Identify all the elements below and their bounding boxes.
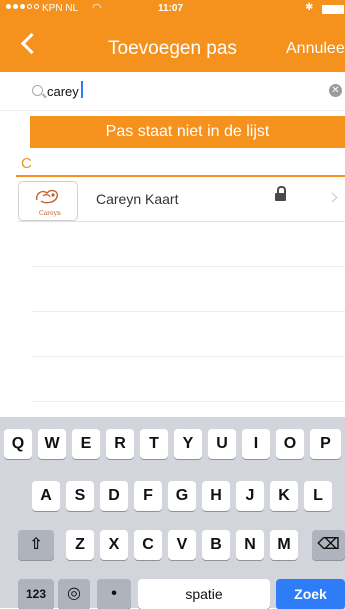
key-c[interactable]: C — [134, 530, 162, 560]
status-time: 11:07 — [158, 3, 184, 14]
carrier-name: KPN NL — [42, 3, 79, 14]
key-h[interactable]: H — [202, 481, 230, 511]
key-w[interactable]: W — [38, 429, 66, 459]
text-cursor — [81, 81, 83, 98]
microphone-key-icon[interactable]: • — [97, 579, 131, 609]
status-bar: KPN NL ◠ 11:07 ✱ — [0, 0, 345, 20]
chevron-right-icon — [327, 192, 338, 203]
careyn-logo-icon — [35, 189, 59, 204]
list-separator — [32, 401, 345, 402]
space-key[interactable]: spatie — [138, 579, 270, 609]
key-g[interactable]: G — [168, 481, 196, 511]
key-y[interactable]: Y — [174, 429, 202, 459]
key-n[interactable]: N — [236, 530, 264, 560]
header: KPN NL ◠ 11:07 ✱ Toevoegen pas Annuleer — [0, 0, 345, 72]
key-z[interactable]: Z — [66, 530, 94, 560]
card-logo: Careyn — [18, 181, 78, 221]
not-in-list-button[interactable]: Pas staat niet in de lijst — [30, 116, 345, 148]
numbers-key[interactable]: 123 — [18, 579, 54, 609]
key-e[interactable]: E — [72, 429, 100, 459]
globe-key-icon[interactable]: ◎ — [58, 579, 90, 609]
key-d[interactable]: D — [100, 481, 128, 511]
card-list-item[interactable]: Careyn Careyn Kaart — [18, 177, 345, 222]
cancel-button[interactable]: Annuleer — [286, 40, 345, 58]
on-screen-keyboard: Q W E R T Y U I O P A S D F G H J K L ⇧ … — [0, 417, 345, 609]
key-k[interactable]: K — [270, 481, 298, 511]
key-j[interactable]: J — [236, 481, 264, 511]
list-separator — [32, 266, 345, 267]
shift-key[interactable]: ⇧ — [18, 530, 54, 560]
key-m[interactable]: M — [270, 530, 298, 560]
key-q[interactable]: Q — [4, 429, 32, 459]
key-f[interactable]: F — [134, 481, 162, 511]
section-header-letter: C — [21, 155, 32, 172]
search-return-key[interactable]: Zoek — [276, 579, 345, 609]
key-o[interactable]: O — [276, 429, 304, 459]
lock-icon — [275, 186, 286, 201]
search-input[interactable] — [47, 82, 297, 100]
key-a[interactable]: A — [32, 481, 60, 511]
key-r[interactable]: R — [106, 429, 134, 459]
key-l[interactable]: L — [304, 481, 332, 511]
search-bar: ✕ — [0, 72, 345, 111]
key-i[interactable]: I — [242, 429, 270, 459]
key-u[interactable]: U — [208, 429, 236, 459]
card-name: Careyn Kaart — [96, 191, 179, 207]
battery-icon — [322, 5, 344, 14]
delete-key[interactable]: ⌫ — [312, 530, 345, 560]
key-x[interactable]: X — [100, 530, 128, 560]
card-logo-text: Careyn — [39, 210, 61, 217]
key-p[interactable]: P — [310, 429, 341, 459]
key-t[interactable]: T — [140, 429, 168, 459]
list-separator — [32, 311, 345, 312]
list-separator — [32, 356, 345, 357]
key-s[interactable]: S — [66, 481, 94, 511]
signal-strength-icon — [6, 4, 39, 9]
key-b[interactable]: B — [202, 530, 230, 560]
clear-icon[interactable]: ✕ — [329, 84, 342, 97]
wifi-icon: ◠ — [92, 2, 102, 14]
key-v[interactable]: V — [168, 530, 196, 560]
bluetooth-icon: ✱ — [305, 2, 314, 13]
search-icon — [32, 85, 43, 96]
